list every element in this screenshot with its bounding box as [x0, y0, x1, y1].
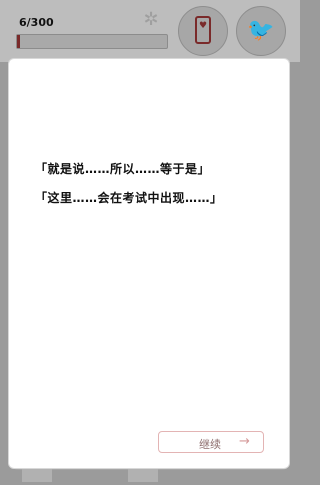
- sparkle-icon: ✲: [143, 9, 159, 30]
- phone-button[interactable]: [178, 6, 228, 56]
- twitter-bird-icon: 🐦: [247, 18, 275, 43]
- arrow-right-icon: →: [239, 434, 250, 449]
- dialog: 「就是说……所以……等于是」 「这里……会在考试中出现……」 继续 →: [9, 59, 289, 468]
- progress-counter: 6/300: [19, 16, 54, 29]
- dialog-line: 「这里……会在考试中出现……」: [35, 191, 223, 205]
- phone-heart-icon: [195, 16, 211, 44]
- continue-label: 继续: [199, 438, 221, 451]
- progress-fill: [17, 35, 20, 48]
- top-bar: 6/300 ✲ 🐦: [0, 0, 300, 62]
- dialog-line: 「就是说……所以……等于是」: [35, 162, 211, 176]
- twitter-button[interactable]: 🐦: [236, 6, 286, 56]
- continue-button[interactable]: 继续 →: [158, 431, 264, 453]
- progress-bar: [16, 34, 168, 49]
